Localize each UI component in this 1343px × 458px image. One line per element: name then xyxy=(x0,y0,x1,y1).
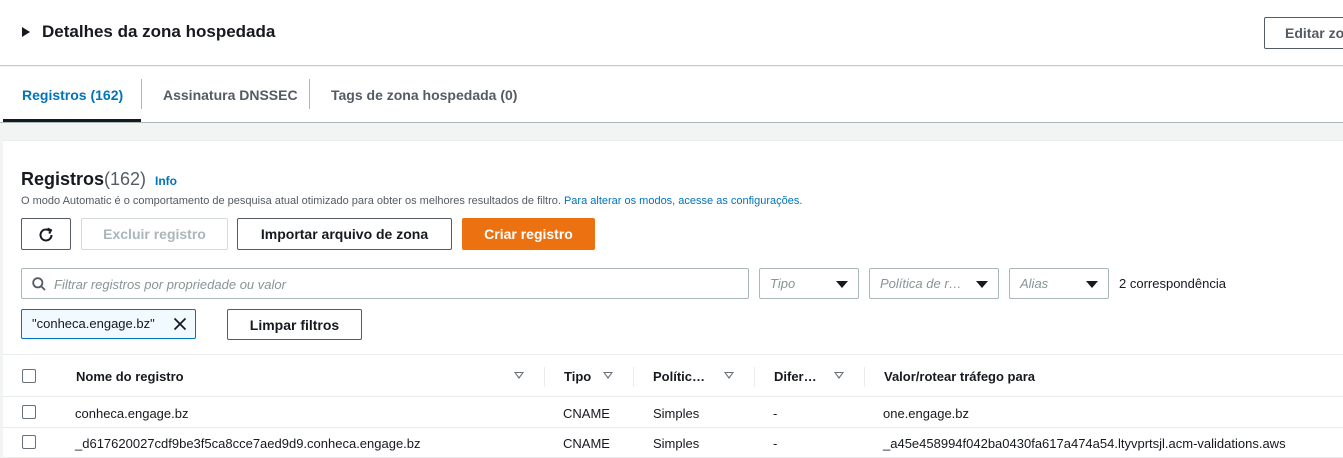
record-value-cell: one.engage.bz xyxy=(883,406,970,421)
tab-records[interactable]: Registros (162) xyxy=(22,67,123,123)
column-header-value[interactable]: Valor/rotear tráfego para xyxy=(884,369,1035,384)
records-count: (162) xyxy=(104,169,147,189)
select-all-checkbox[interactable] xyxy=(22,369,36,383)
close-icon[interactable] xyxy=(173,317,187,331)
caret-down-icon xyxy=(1086,281,1098,288)
info-link[interactable]: Info xyxy=(155,174,177,188)
column-divider xyxy=(864,367,865,387)
change-mode-settings-link[interactable]: Para alterar os modos, acesse as configu… xyxy=(564,195,802,207)
table-row[interactable]: _d617620027cdf9be3f5ca8cce7aed9d9.conhec… xyxy=(3,428,1343,458)
sort-icon[interactable] xyxy=(603,372,613,379)
policy-filter-select[interactable]: Política de r… xyxy=(869,268,999,299)
policy-filter-label: Política de r… xyxy=(880,276,962,291)
type-filter-select[interactable]: Tipo xyxy=(759,268,859,299)
records-panel: Registros (162) Info O modo Automatic é … xyxy=(3,140,1343,458)
refresh-button[interactable] xyxy=(21,218,71,250)
record-policy-cell: Simples xyxy=(653,436,700,451)
import-zone-file-button[interactable]: Importar arquivo de zona xyxy=(237,218,452,250)
type-filter-label: Tipo xyxy=(770,276,796,291)
column-divider xyxy=(754,367,755,387)
record-name-cell: _d617620027cdf9be3f5ca8cce7aed9d9.conhec… xyxy=(75,436,421,451)
clear-filters-button[interactable]: Limpar filtros xyxy=(227,309,362,340)
column-header-differentiator[interactable]: Difer… xyxy=(774,369,817,384)
column-divider xyxy=(544,367,545,387)
search-mode-text: O modo Automatic é o comportamento de pe… xyxy=(21,195,561,207)
tab-divider xyxy=(309,79,310,109)
expand-caret-icon[interactable] xyxy=(22,27,30,37)
hosted-zone-details-header: Detalhes da zona hospedada Editar zo xyxy=(0,0,1343,66)
create-record-button[interactable]: Criar registro xyxy=(462,218,595,250)
caret-down-icon xyxy=(836,281,848,288)
sort-icon[interactable] xyxy=(724,372,734,379)
record-diff-cell: - xyxy=(773,436,778,451)
hosted-zone-details-title[interactable]: Detalhes da zona hospedada xyxy=(42,22,275,42)
records-table-header: Nome do registro Tipo Polític… Difer… Va… xyxy=(3,354,1343,397)
tab-hosted-zone-tags[interactable]: Tags de zona hospedada (0) xyxy=(331,67,517,123)
edit-zone-button[interactable]: Editar zo xyxy=(1264,17,1343,49)
search-mode-description: O modo Automatic é o comportamento de pe… xyxy=(21,195,802,207)
alias-filter-select[interactable]: Alias xyxy=(1009,268,1109,299)
tab-bar: Registros (162) Assinatura DNSSEC Tags d… xyxy=(0,67,1343,123)
table-row[interactable]: conheca.engage.bz CNAME Simples - one.en… xyxy=(3,398,1343,428)
record-name-cell: conheca.engage.bz xyxy=(75,406,189,421)
records-search xyxy=(21,268,749,299)
record-value-cell: _a45e458994f042ba0430fa617a474a54.ltyvpr… xyxy=(883,436,1286,451)
tab-dnssec-signing[interactable]: Assinatura DNSSEC xyxy=(163,67,298,123)
caret-down-icon xyxy=(976,281,988,288)
row-checkbox[interactable] xyxy=(22,435,36,449)
tab-divider xyxy=(141,79,142,109)
sort-icon[interactable] xyxy=(514,372,524,379)
record-diff-cell: - xyxy=(773,406,778,421)
search-icon xyxy=(32,277,46,291)
active-tab-indicator xyxy=(3,119,141,122)
refresh-icon xyxy=(39,227,53,242)
record-type-cell: CNAME xyxy=(563,406,610,421)
column-header-name[interactable]: Nome do registro xyxy=(76,369,184,384)
row-checkbox[interactable] xyxy=(22,405,36,419)
sort-icon[interactable] xyxy=(834,372,844,379)
column-header-type[interactable]: Tipo xyxy=(564,369,591,384)
record-policy-cell: Simples xyxy=(653,406,700,421)
filter-token-text: "conheca.engage.bz" xyxy=(32,316,155,331)
records-title: Registros xyxy=(21,169,105,189)
column-header-policy[interactable]: Polític… xyxy=(653,369,705,384)
record-type-cell: CNAME xyxy=(563,436,610,451)
alias-filter-label: Alias xyxy=(1020,276,1049,291)
match-count: 2 correspondência xyxy=(1119,276,1226,291)
column-divider xyxy=(633,367,634,387)
search-input[interactable] xyxy=(54,274,734,294)
delete-record-button[interactable]: Excluir registro xyxy=(81,218,228,250)
filter-token: "conheca.engage.bz" xyxy=(21,309,196,339)
